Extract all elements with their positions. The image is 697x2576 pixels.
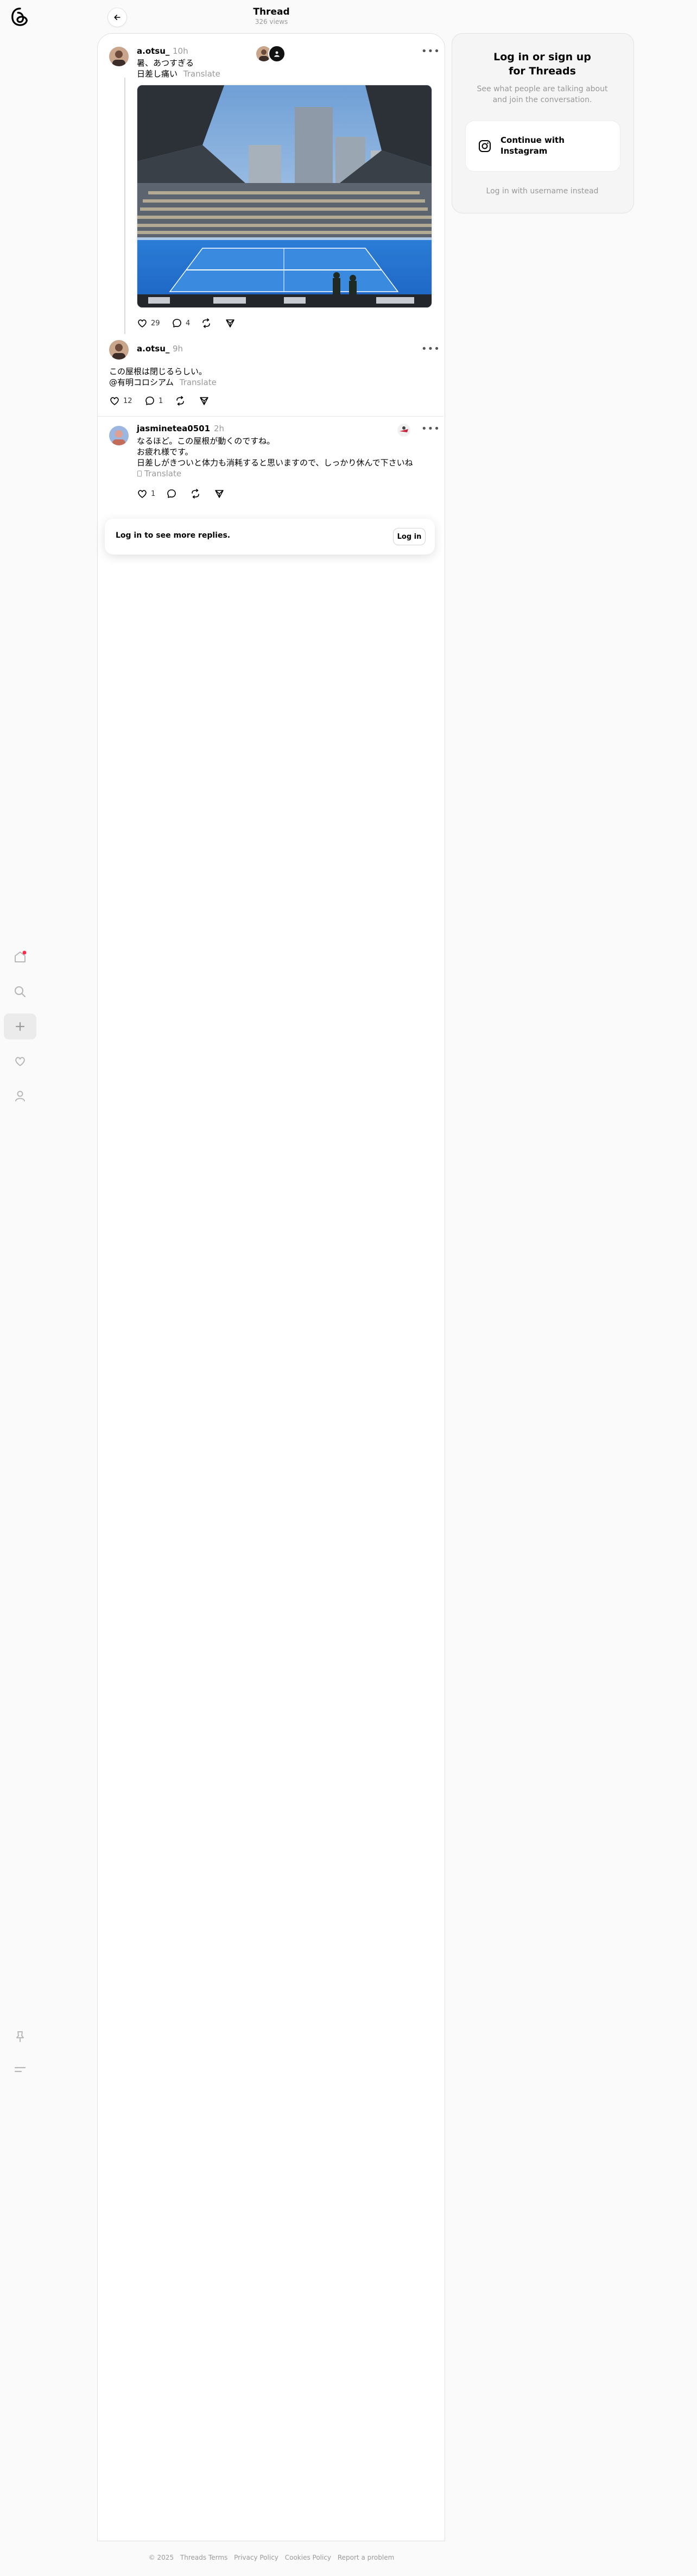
post-text: お疲れ様です。 [137, 447, 193, 457]
repost-icon [192, 489, 199, 499]
view-count: 326 views [255, 18, 288, 26]
arrow-left-icon [114, 15, 121, 20]
reply-button[interactable]: 1 [144, 395, 163, 406]
participant-avatars[interactable] [255, 45, 286, 62]
share-button[interactable] [199, 395, 210, 406]
pin-icon[interactable] [4, 2024, 36, 2050]
heart-icon [138, 319, 147, 327]
send-icon [226, 319, 235, 327]
back-button[interactable] [107, 8, 127, 27]
like-count: 1 [151, 489, 156, 498]
instagram-icon [478, 139, 492, 153]
comment-icon [145, 396, 154, 405]
more-options-button[interactable]: ••• [421, 343, 440, 355]
avatar[interactable] [109, 340, 129, 360]
post-time: 2h [214, 424, 225, 433]
username-login-link[interactable]: Log in with username instead [452, 187, 633, 196]
terms-link[interactable]: Threads Terms [180, 2554, 227, 2561]
post-text: この屋根は閉じるらしい。 [109, 367, 207, 376]
signup-title: for Threads [509, 65, 576, 77]
more-options-button[interactable]: ••• [421, 423, 440, 434]
translate-icon [137, 470, 142, 477]
footer: © 2025 Threads Terms Privacy Policy Cook… [0, 2554, 543, 2561]
home-icon[interactable] [4, 944, 36, 970]
translate-link[interactable]: Translate [144, 468, 181, 479]
create-icon[interactable] [4, 1013, 36, 1040]
profile-icon[interactable] [4, 1083, 36, 1109]
instagram-button-label: Continue with [500, 135, 565, 145]
share-button[interactable] [225, 318, 236, 329]
share-button[interactable] [214, 488, 225, 499]
divider [98, 416, 443, 417]
post-text: @有明コロシアム [109, 377, 174, 387]
activity-icon[interactable] [4, 1048, 36, 1074]
post-image[interactable] [137, 85, 432, 308]
repost-button[interactable] [190, 488, 201, 499]
send-icon [200, 397, 208, 405]
signup-subtitle: See what people are talking about [477, 85, 608, 93]
signup-subtitle: and join the conversation. [492, 96, 592, 104]
instagram-button-label: Instagram [500, 146, 548, 156]
thread-connector-line [124, 78, 125, 334]
post-text: なるほど。この屋根が動くのですね。 [137, 436, 275, 446]
login-prompt-text: Log in to see more replies. [116, 531, 231, 540]
avatar[interactable] [109, 426, 129, 445]
like-count: 29 [151, 319, 160, 327]
avatar[interactable] [397, 424, 410, 437]
like-button[interactable]: 1 [137, 488, 155, 499]
threads-logo-icon[interactable] [10, 7, 30, 27]
privacy-link[interactable]: Privacy Policy [234, 2554, 278, 2561]
post-username[interactable]: jasminetea0501 [137, 424, 210, 433]
copyright: © 2025 [148, 2554, 174, 2561]
comment-icon [173, 319, 181, 327]
signup-title: Log in or sign up [493, 51, 591, 63]
translate-link[interactable]: Translate [183, 69, 220, 79]
post-text: 暑、あつすぎる [137, 58, 194, 68]
profile-icon [274, 51, 280, 57]
report-problem-link[interactable]: Report a problem [338, 2554, 394, 2561]
repost-icon [202, 318, 210, 328]
like-count: 12 [123, 396, 132, 405]
like-button[interactable]: 12 [109, 395, 132, 406]
repost-icon [176, 396, 184, 406]
thread-column [97, 33, 445, 2541]
post-username[interactable]: a.otsu_ [137, 344, 169, 354]
reply-button[interactable] [166, 488, 177, 499]
post-time: 10h [173, 46, 188, 56]
post-text: 日差し痛い [137, 69, 178, 79]
post-time: 9h [173, 344, 183, 354]
cookies-link[interactable]: Cookies Policy [285, 2554, 331, 2561]
heart-icon [138, 490, 147, 498]
like-button[interactable]: 29 [137, 318, 160, 329]
reply-count: 1 [159, 396, 163, 405]
repost-button[interactable] [175, 395, 186, 406]
search-icon[interactable] [4, 979, 36, 1005]
repost-button[interactable] [201, 318, 212, 329]
page-title: Thread [253, 7, 290, 17]
more-options-button[interactable]: ••• [421, 46, 440, 57]
reply-count: 4 [186, 319, 191, 327]
translate-link[interactable]: Translate [180, 377, 217, 387]
reply-button[interactable]: 4 [172, 318, 190, 329]
avatar[interactable] [109, 47, 129, 66]
comment-icon [167, 489, 176, 498]
post-text: 日差しがきついと体力も消耗すると思いますので、しっかり休んで下さいね [137, 458, 413, 468]
login-button[interactable]: Log in [393, 528, 426, 545]
menu-icon[interactable] [4, 2056, 36, 2082]
heart-icon [110, 397, 119, 405]
post-username[interactable]: a.otsu_ [137, 46, 169, 56]
send-icon [215, 490, 224, 498]
avatar [268, 45, 286, 62]
